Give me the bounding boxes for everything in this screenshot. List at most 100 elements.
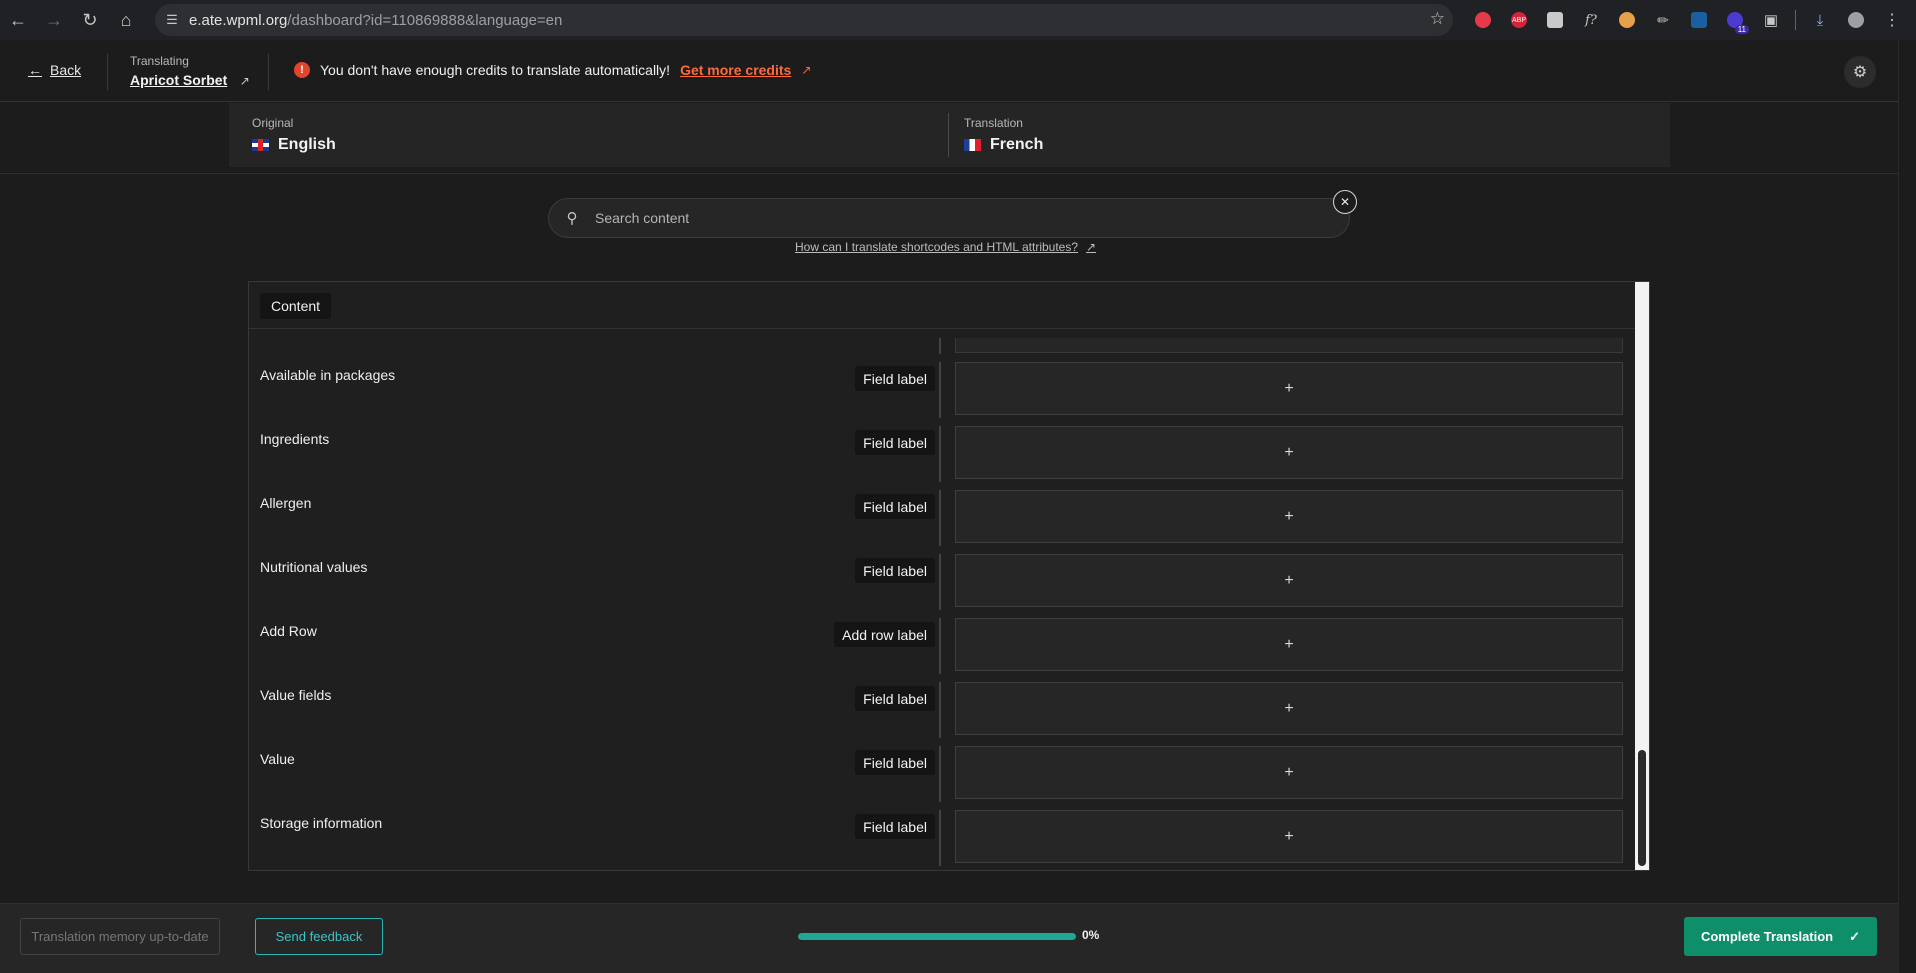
browser-menu-icon[interactable]: ⋮ [1874, 6, 1910, 34]
content-scrollbar[interactable] [1635, 282, 1649, 870]
original-text: Allergen [260, 495, 312, 511]
extension-icon[interactable] [1537, 6, 1573, 34]
translation-field[interactable]: + [955, 746, 1623, 799]
plus-icon: + [1284, 379, 1294, 397]
language-divider [948, 113, 949, 157]
cookie-icon[interactable] [1609, 6, 1645, 34]
column-divider [939, 426, 941, 482]
search-input[interactable] [595, 210, 1195, 226]
download-icon[interactable]: ⤓ [1802, 6, 1838, 34]
field-type-badge: Field label [855, 430, 935, 455]
bookmark-star-icon[interactable]: ☆ [1430, 9, 1445, 29]
arrow-left-icon: ← [28, 62, 42, 78]
field-type-badge: Field label [855, 814, 935, 839]
font-icon[interactable]: f? [1573, 6, 1609, 34]
field-type-badge: Field label [855, 750, 935, 775]
translation-field[interactable]: + [955, 426, 1623, 479]
original-text: Ingredients [260, 431, 330, 447]
external-link-icon[interactable]: ↗ [801, 63, 811, 77]
plus-icon: + [1284, 507, 1294, 525]
toolbar-divider [1795, 10, 1796, 30]
column-divider [939, 362, 941, 418]
scrollbar-thumb[interactable] [1638, 750, 1646, 866]
translation-language: Translation French [964, 116, 1043, 154]
header-divider [107, 54, 108, 90]
color-picker-icon[interactable]: ✏ [1645, 6, 1681, 34]
progress-fill [798, 933, 1076, 940]
tab-content[interactable]: Content [260, 293, 332, 319]
back-button[interactable]: ← Back [28, 62, 81, 78]
field-type-badge: Field label [855, 558, 935, 583]
translating-label: Translating [130, 54, 189, 68]
translation-field[interactable] [955, 338, 1623, 353]
get-more-credits-link[interactable]: Get more credits [680, 62, 791, 78]
document-info: Translating Apricot Sorbet ↗ [130, 54, 250, 90]
translation-field[interactable]: + [955, 682, 1623, 735]
france-flag-icon [964, 139, 981, 151]
check-icon: ✓ [1849, 928, 1861, 944]
translation-field[interactable]: + [955, 362, 1623, 415]
translation-field[interactable]: + [955, 554, 1623, 607]
screenshot-extension-icon[interactable] [1681, 6, 1717, 34]
home-icon[interactable]: ⌂ [108, 2, 144, 38]
site-info-icon[interactable]: ☰ [155, 4, 189, 36]
plus-icon: + [1284, 443, 1294, 461]
settings-gear-icon[interactable]: ⚙ [1844, 56, 1876, 88]
field-type-badge: Add row label [834, 622, 935, 647]
browser-back-icon[interactable]: ← [0, 2, 36, 38]
app-header: ← Back Translating Apricot Sorbet ↗ ! Yo… [0, 40, 1898, 102]
complete-translation-button[interactable]: Complete Translation ✓ [1684, 917, 1877, 956]
column-divider [939, 490, 941, 546]
field-row: Storage information Field label + [249, 810, 1635, 866]
field-row: Ingredients Field label + [249, 426, 1635, 482]
translation-field[interactable]: + [955, 490, 1623, 543]
field-row: Add Row Add row label + [249, 618, 1635, 674]
plus-icon: + [1284, 763, 1294, 781]
footer-bar: Translation memory up-to-date Send feedb… [0, 903, 1898, 973]
window-scrollbar[interactable] [1898, 40, 1916, 973]
back-label: Back [50, 62, 82, 78]
progress-bar [798, 933, 1076, 940]
puzzle-icon[interactable]: ▣ [1753, 6, 1789, 34]
alert-icon: ! [294, 62, 310, 78]
field-row: Value fields Field label + [249, 682, 1635, 738]
field-row: Value Field label + [249, 746, 1635, 802]
translation-field[interactable]: + [955, 810, 1623, 863]
profile-avatar-icon[interactable] [1838, 6, 1874, 34]
plus-icon: + [1284, 699, 1294, 717]
column-divider [939, 810, 941, 866]
original-caption: Original [252, 116, 294, 130]
external-link-icon[interactable]: ↗ [240, 74, 250, 88]
reload-icon[interactable]: ↻ [72, 2, 108, 38]
language-band: Original English Translation French [0, 103, 1898, 174]
close-search-icon[interactable]: ✕ [1333, 190, 1357, 214]
translation-field[interactable]: + [955, 618, 1623, 671]
original-text: Add Row [260, 623, 317, 639]
complete-label: Complete Translation [1700, 929, 1834, 944]
browser-forward-icon[interactable]: → [36, 2, 72, 38]
field-type-badge: Field label [855, 686, 935, 711]
shortcodes-help-link[interactable]: How can I translate shortcodes and HTML … [795, 240, 1096, 254]
column-divider [939, 554, 941, 610]
document-title-link[interactable]: Apricot Sorbet [130, 72, 227, 88]
translation-memory-button[interactable]: Translation memory up-to-date [20, 918, 220, 955]
search-icon: ⚲ [566, 210, 578, 227]
url-text: e.ate.wpml.org/dashboard?id=110869888&la… [189, 11, 563, 29]
translation-caption: Translation [964, 116, 1023, 130]
plus-icon: + [1284, 571, 1294, 589]
column-divider [939, 338, 941, 354]
field-row: Allergen Field label + [249, 490, 1635, 546]
help-link-text: How can I translate shortcodes and HTML … [795, 240, 1079, 254]
browser-toolbar: ← → ↻ ⌂ ☰ e.ate.wpml.org/dashboard?id=11… [0, 0, 1916, 40]
address-bar[interactable]: ☰ e.ate.wpml.org/dashboard?id=110869888&… [155, 4, 1453, 36]
content-panel: Content Available in packages Field labe… [248, 281, 1650, 871]
search-box: ⚲ [548, 198, 1350, 238]
blocker-extension-icon[interactable] [1465, 6, 1501, 34]
column-divider [939, 618, 941, 674]
send-feedback-button[interactable]: Send feedback [255, 918, 383, 955]
original-text: Available in packages [260, 367, 396, 383]
badge-extension-icon[interactable]: 11 [1717, 6, 1753, 34]
original-language: Original English [252, 116, 336, 154]
field-row: Nutritional values Field label + [249, 554, 1635, 610]
abp-icon[interactable]: ABP [1501, 6, 1537, 34]
